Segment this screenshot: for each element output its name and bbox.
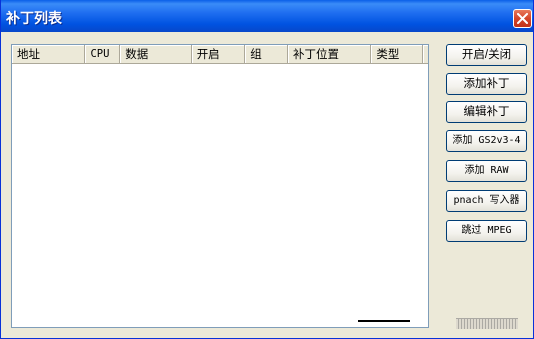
add-gs2v3-button[interactable]: 添加 GS2v3-4 (446, 130, 527, 152)
window-title: 补丁列表 (6, 11, 62, 27)
list-header: 地址 CPU 数据 开启 组 补丁位置 类型 (12, 45, 428, 64)
edit-patch-button[interactable]: 编辑补丁 (446, 101, 527, 123)
add-patch-button[interactable]: 添加补丁 (446, 73, 527, 95)
add-raw-button[interactable]: 添加 RAW (446, 160, 527, 182)
column-header-group[interactable]: 组 (245, 45, 288, 64)
title-bar[interactable]: 补丁列表 (1, 0, 533, 32)
column-header-enabled[interactable]: 开启 (191, 45, 246, 64)
status-line (358, 320, 410, 322)
patch-list-window: 补丁列表 地址 CPU 数据 开启 组 补丁位置 类型 开启/关闭 添加补丁 编… (0, 0, 534, 339)
resize-grip[interactable] (456, 318, 518, 329)
patch-list[interactable]: 地址 CPU 数据 开启 组 补丁位置 类型 (11, 44, 429, 328)
toggle-enable-button[interactable]: 开启/关闭 (446, 44, 527, 66)
column-header-data[interactable]: 数据 (120, 45, 192, 64)
column-header-address[interactable]: 地址 (12, 45, 86, 64)
column-header-filler (423, 45, 428, 64)
close-icon (517, 13, 528, 24)
close-button[interactable] (513, 9, 532, 28)
column-header-type[interactable]: 类型 (371, 45, 423, 64)
pnach-writer-button[interactable]: pnach 写入器 (446, 190, 527, 212)
column-header-cpu[interactable]: CPU (85, 45, 121, 64)
column-header-patch-place[interactable]: 补丁位置 (288, 45, 372, 64)
skip-mpeg-button[interactable]: 跳过 MPEG (446, 220, 527, 242)
